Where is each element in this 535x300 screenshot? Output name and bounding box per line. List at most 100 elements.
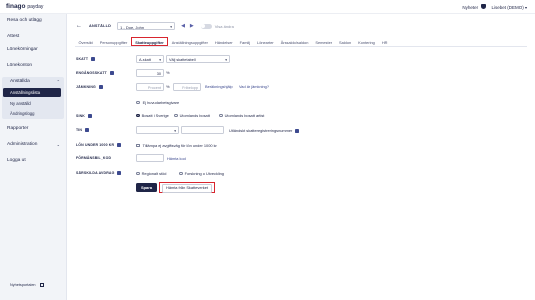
tax-label-row: SKATT — [76, 57, 96, 61]
sink-option-abroad-artist[interactable]: Utomlands bosatt artist — [219, 113, 264, 118]
fetch-from-tax-agency-button[interactable]: Hämta från Skatteverket — [159, 182, 215, 193]
one-time-tax-value: 30 — [156, 71, 161, 76]
percent-unit: % — [166, 84, 170, 89]
info-icon[interactable] — [295, 128, 300, 133]
tab-vacation[interactable]: Semester — [312, 37, 336, 46]
tab-overview[interactable]: Översikt — [75, 37, 96, 46]
sidebar-subitem-change-log[interactable]: Ändringslogg — [10, 111, 34, 116]
checkbox-icon — [136, 143, 140, 148]
adjustment-percent-input[interactable]: Procent — [136, 83, 164, 91]
tin-country-select[interactable]: ▾ — [136, 126, 179, 134]
news-portal-link[interactable]: Nyhetsportalen — [10, 283, 44, 287]
sidebar-item-payroll-runs[interactable]: Lönekörningar — [7, 47, 38, 52]
employee-select-value: 1 - Doe, John — [120, 24, 145, 30]
sink-label: SINK — [76, 114, 85, 118]
fetch-code-link[interactable]: Hämta kod — [167, 156, 186, 161]
tab-salary-types[interactable]: Lönearter — [254, 37, 278, 46]
tab-year-balances[interactable]: Årssaldo/saldon — [277, 37, 312, 46]
tin-label-row: TIN — [76, 128, 90, 132]
tab-family[interactable]: Familj — [236, 37, 253, 46]
sidebar-subitem-new-employee[interactable]: Ny anställd — [10, 101, 31, 106]
sidebar: Resa och utlägg Attest Lönekörningar Lön… — [0, 14, 67, 300]
back-arrow-icon[interactable]: ← — [76, 23, 82, 29]
adjustment-label: JÄMKNING — [76, 85, 96, 89]
company-car-label: FÖRMÅNSBIL_KOD — [76, 156, 112, 160]
tax-type-value: A-skatt — [139, 57, 151, 62]
logo-brand: finago — [6, 3, 26, 10]
sink-option-abroad[interactable]: Utomlands bosatt — [174, 113, 210, 118]
news-link[interactable]: Nyheter — [462, 4, 487, 10]
tab-events[interactable]: Händelser — [211, 37, 236, 46]
tab-balances[interactable]: Saldon — [336, 37, 355, 46]
news-portal-label: Nyhetsportalen — [10, 283, 36, 287]
sidebar-item-attest[interactable]: Attest — [7, 34, 19, 39]
special-deduction-research[interactable]: Forskning o Utveckling — [179, 171, 224, 176]
special-deduction-regional[interactable]: Regionalt stöd — [136, 171, 166, 176]
sidebar-item-logout[interactable]: Logga ut — [7, 158, 26, 163]
user-menu[interactable]: Lisebet (DEMO) ▾ — [491, 5, 527, 10]
tab-personal-info[interactable]: Personuppgifter — [96, 37, 130, 46]
tab-bar: Översikt Personuppgifter Skatteuppgifter… — [75, 37, 391, 46]
sidebar-item-administration[interactable]: Administration — [7, 142, 37, 147]
info-icon[interactable] — [85, 128, 90, 132]
tax-label: SKATT — [76, 57, 89, 61]
tin-number-input[interactable] — [181, 126, 224, 134]
company-car-label-row: FÖRMÅNSBIL_KOD — [76, 156, 111, 160]
employee-select[interactable]: 1 - Doe, John ▾ — [117, 22, 176, 30]
salary-under-checkbox[interactable]: Tillämpa ej avgiftsväg för lön under 100… — [136, 143, 217, 148]
tax-table-select[interactable]: Välj skattetabell ▾ — [166, 55, 230, 63]
show-changes-label: Visa ändra — [214, 23, 234, 29]
sidebar-subitem-employee-list[interactable]: Anställningslista — [10, 90, 40, 95]
tax-type-select[interactable]: A-skatt ▾ — [136, 55, 164, 63]
employee-bar: ← ANSTÄLLD 1 - Doe, John ▾ ◀ ▶ Visa ändr… — [76, 21, 234, 31]
not-main-employer-label: Ej huvudarbetsgivare — [142, 100, 180, 105]
radio-icon — [136, 171, 140, 176]
not-main-employer-checkbox[interactable]: Ej huvudarbetsgivare — [136, 100, 179, 105]
app-logo[interactable]: finago payday — [6, 3, 43, 10]
external-link-icon — [39, 283, 44, 287]
sidebar-item-employees[interactable]: Anställda — [10, 79, 30, 84]
save-button[interactable]: Spara — [136, 183, 157, 192]
tax-table-placeholder: Välj skattetabell — [169, 57, 196, 62]
radio-icon — [179, 171, 183, 176]
previous-employee-icon[interactable]: ◀ — [181, 23, 185, 29]
adjustment-percent-placeholder: Procent — [147, 85, 161, 90]
one-time-tax-input[interactable]: 30 — [136, 69, 164, 77]
chevron-down-icon: ▾ — [170, 24, 173, 29]
tab-tax-info[interactable]: Skatteuppgifter — [130, 37, 169, 46]
info-icon[interactable] — [117, 143, 122, 147]
company-car-code-input[interactable] — [136, 154, 164, 162]
special-deductions-label-row: SÄRSKILDA AVDRAG — [76, 171, 122, 175]
what-is-adjustment-link[interactable]: Vad är jämkning? — [239, 84, 269, 89]
info-icon[interactable] — [109, 71, 114, 75]
sink-option-resident[interactable]: Bosatt i Sverige — [136, 113, 169, 118]
sink-option-abroad-artist-label: Utomlands bosatt artist — [224, 113, 265, 118]
chevron-down-icon: ▾ — [174, 128, 176, 133]
info-icon[interactable] — [117, 171, 122, 175]
salary-under-label-row: LÖN UNDER 1000 KR — [76, 143, 122, 147]
calculation-help-link[interactable]: Beräkningshjälp — [205, 84, 233, 89]
chevron-down-icon: ⌄ — [56, 142, 60, 147]
sink-option-resident-label: Bosatt i Sverige — [141, 113, 169, 118]
tab-employment-info[interactable]: Anställningsuppgifter — [168, 37, 211, 46]
tab-hr[interactable]: HR — [378, 37, 391, 46]
next-employee-icon[interactable]: ▶ — [190, 23, 194, 29]
info-icon[interactable] — [98, 85, 103, 89]
special-deduction-research-label: Forskning o Utveckling — [184, 171, 224, 176]
user-name: Lisebet (DEMO) — [491, 4, 524, 10]
info-icon[interactable] — [87, 114, 92, 118]
show-changes-toggle[interactable] — [200, 23, 212, 29]
sidebar-item-payroll-accounts[interactable]: Lönekonton — [7, 63, 32, 68]
sidebar-item-reports[interactable]: Rapporter — [7, 126, 28, 131]
bell-icon — [481, 4, 487, 9]
checkbox-icon — [136, 100, 140, 105]
chevron-down-icon: ▾ — [225, 57, 227, 62]
tab-divider — [75, 46, 527, 47]
top-header: finago payday Nyheter Lisebet (DEMO) ▾ — [0, 0, 535, 14]
adjustment-amount-input[interactable]: Fribelopp — [173, 83, 201, 91]
info-icon[interactable] — [91, 57, 96, 61]
sidebar-item-travel[interactable]: Resa och utlägg — [7, 18, 42, 23]
fetch-from-tax-agency-label: Hämta från Skatteverket — [162, 184, 212, 193]
tab-accounting[interactable]: Kontering — [355, 37, 379, 46]
special-deductions-label: SÄRSKILDA AVDRAG — [76, 171, 115, 175]
